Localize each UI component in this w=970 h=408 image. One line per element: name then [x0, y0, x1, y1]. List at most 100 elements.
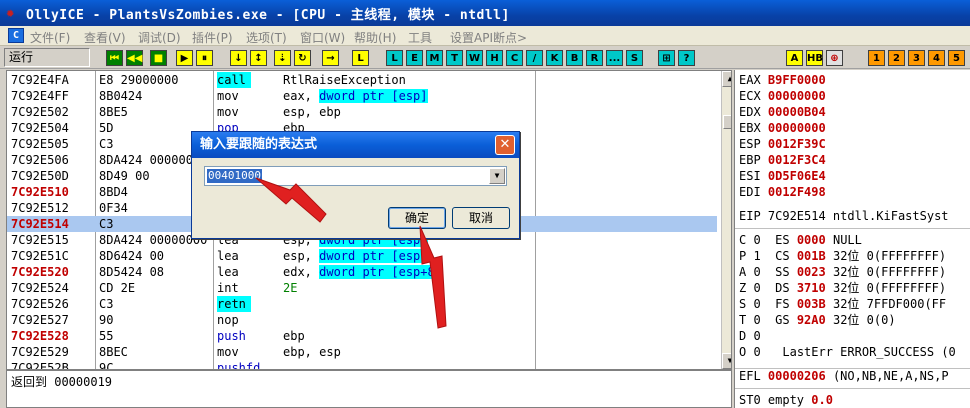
- disasm-row[interactable]: 7C92E52B 9C pushfd: [7, 360, 717, 370]
- ok-button[interactable]: 确定: [388, 207, 446, 229]
- threads-button[interactable]: T: [446, 50, 463, 66]
- menu-set-api-breakpoint[interactable]: 设置API断点>: [450, 29, 527, 46]
- help-icon[interactable]: ?: [678, 50, 695, 66]
- trace-into-button[interactable]: ⇣: [274, 50, 291, 66]
- flag-row[interactable]: P 1 CS 001B 32位 0(FFFFFFFF): [739, 248, 946, 264]
- menu-window[interactable]: 窗口(W): [300, 29, 345, 46]
- restart-button[interactable]: ⏮: [106, 50, 123, 66]
- disasm-row[interactable]: 7C92E526 C3 retn: [7, 296, 717, 312]
- efl-register[interactable]: EFL 00000206 (NO,NB,NE,A,NS,P: [739, 368, 949, 384]
- address-cell: 7C92E529: [11, 345, 69, 359]
- register-row[interactable]: EDX 00000B04: [739, 104, 826, 120]
- st0-register[interactable]: ST0 empty 0.0: [739, 392, 833, 408]
- scroll-thumb[interactable]: [723, 115, 731, 129]
- stop-button[interactable]: ■: [150, 50, 167, 66]
- pause-button[interactable]: ⏸: [196, 50, 213, 66]
- step-into-button[interactable]: ↓: [230, 50, 247, 66]
- windows-button[interactable]: W: [466, 50, 483, 66]
- flag-row[interactable]: O 0 LastErr ERROR_SUCCESS (0: [739, 344, 956, 360]
- hardware-breakpoint-hb-button[interactable]: HB: [806, 50, 823, 66]
- slot-4-button[interactable]: 4: [928, 50, 945, 66]
- menu-view[interactable]: 查看(V): [84, 29, 126, 46]
- flag-row[interactable]: T 0 GS 92A0 32位 0(0): [739, 312, 896, 328]
- address-cell: 7C92E505: [11, 137, 69, 151]
- expression-value[interactable]: 00401000: [207, 169, 262, 183]
- flag-row[interactable]: A 0 SS 0023 32位 0(FFFFFFFF): [739, 264, 946, 280]
- segment-desc: NULL: [832, 233, 862, 247]
- flag-row[interactable]: S 0 FS 003B 32位 7FFDF000(FF: [739, 296, 946, 312]
- handles-button[interactable]: H: [486, 50, 503, 66]
- menu-plugins[interactable]: 插件(P): [192, 29, 233, 46]
- cpu-button[interactable]: C: [506, 50, 523, 66]
- menu-file[interactable]: 文件(F): [30, 29, 70, 46]
- disasm-row[interactable]: 7C92E4FA E8 29000000 call RtlRaiseException: [7, 72, 717, 88]
- step-over-button[interactable]: ↕: [250, 50, 267, 66]
- expression-input[interactable]: 00401000 ▼: [204, 166, 507, 186]
- disasm-row[interactable]: 7C92E524 CD 2E int 2E: [7, 280, 717, 296]
- go-to-button[interactable]: L: [352, 50, 369, 66]
- register-row[interactable]: EBP 0012F3C4: [739, 152, 826, 168]
- scroll-up-icon[interactable]: ▲: [722, 71, 731, 87]
- operand-cell: esp, dword ptr [esp]: [283, 248, 428, 264]
- disasm-row[interactable]: 7C92E528 55 push ebp: [7, 328, 717, 344]
- register-row[interactable]: ECX 00000000: [739, 88, 826, 104]
- modules-button[interactable]: E: [406, 50, 423, 66]
- patches-button[interactable]: /: [526, 50, 543, 66]
- menu-options[interactable]: 选项(T): [246, 29, 287, 46]
- slot-5-button[interactable]: 5: [948, 50, 965, 66]
- breakpoints-button[interactable]: B: [566, 50, 583, 66]
- hardware-breakpoint-a-button[interactable]: A: [786, 50, 803, 66]
- st0-label: ST0 empty: [739, 393, 805, 407]
- window-title: OllyICE - PlantsVsZombies.exe - [CPU - 主…: [26, 8, 510, 23]
- log-window-button[interactable]: L: [386, 50, 403, 66]
- disasm-row[interactable]: 7C92E4FF 8B0424 mov eax, dword ptr [esp]: [7, 88, 717, 104]
- references-button[interactable]: R: [586, 50, 603, 66]
- hex-cell: 9C: [99, 361, 114, 370]
- menu-help[interactable]: 帮助(H): [354, 29, 396, 46]
- slot-1-button[interactable]: 1: [868, 50, 885, 66]
- app-menu-icon[interactable]: C: [8, 28, 24, 43]
- register-row[interactable]: EDI 0012F498: [739, 184, 826, 200]
- register-row[interactable]: EBX 00000000: [739, 120, 826, 136]
- disasm-row[interactable]: 7C92E51C 8D6424 00 lea esp, dword ptr [esp]: [7, 248, 717, 264]
- register-row[interactable]: ESP 0012F39C: [739, 136, 826, 152]
- close-icon[interactable]: ✕: [495, 135, 515, 155]
- menu-debug[interactable]: 调试(D): [138, 29, 181, 46]
- flag-row[interactable]: Z 0 DS 3710 32位 0(FFFFFFFF): [739, 280, 946, 296]
- disasm-row[interactable]: 7C92E529 8BEC mov ebp, esp: [7, 344, 717, 360]
- registers-pane[interactable]: EAX B9FF0000 ECX 00000000 EDX 00000B04 EBX …: [734, 70, 970, 408]
- flag-row[interactable]: D 0: [739, 328, 775, 344]
- register-row[interactable]: EAX B9FF0000: [739, 72, 826, 88]
- call-stack-button[interactable]: K: [546, 50, 563, 66]
- grid-icon[interactable]: ⊞: [658, 50, 675, 66]
- vertical-scrollbar[interactable]: ▲ ▼: [721, 71, 731, 369]
- slot-3-button[interactable]: 3: [908, 50, 925, 66]
- run-trace-button[interactable]: ...: [606, 50, 623, 66]
- disasm-row[interactable]: 7C92E527 90 nop: [7, 312, 717, 328]
- disasm-row[interactable]: 7C92E520 8D5424 08 lea edx, dword ptr [esp+…: [7, 264, 717, 280]
- chevron-down-icon[interactable]: ▼: [489, 168, 505, 184]
- address-cell: 7C92E515: [11, 233, 69, 247]
- scroll-down-icon[interactable]: ▼: [722, 353, 731, 369]
- menu-tools[interactable]: 工具: [408, 29, 432, 46]
- register-row[interactable]: ESI 0D5F06E4: [739, 168, 826, 184]
- segment-desc: 32位 0(FFFFFFFF): [832, 249, 947, 263]
- register-name: EDI: [739, 185, 761, 199]
- address-cell: 7C92E504: [11, 121, 69, 135]
- source-button[interactable]: S: [626, 50, 643, 66]
- slot-2-button[interactable]: 2: [888, 50, 905, 66]
- run-button[interactable]: ▶: [176, 50, 193, 66]
- address-cell: 7C92E506: [11, 153, 69, 167]
- execute-till-return-button[interactable]: →: [322, 50, 339, 66]
- flag-cell: P 1: [739, 249, 761, 263]
- flag-row[interactable]: C 0 ES 0000 NULL: [739, 232, 862, 248]
- target-icon[interactable]: ⊕: [826, 50, 843, 66]
- disasm-row[interactable]: 7C92E502 8BE5 mov esp, ebp: [7, 104, 717, 120]
- trace-over-button[interactable]: ↻: [294, 50, 311, 66]
- memory-button[interactable]: M: [426, 50, 443, 66]
- cancel-button[interactable]: 取消: [452, 207, 510, 229]
- close-process-button[interactable]: ◀◀: [126, 50, 143, 66]
- eip-register[interactable]: EIP 7C92E514 ntdll.KiFastSyst: [739, 208, 949, 224]
- register-name: ESI: [739, 169, 761, 183]
- operand-cell: esp, ebp: [283, 104, 341, 120]
